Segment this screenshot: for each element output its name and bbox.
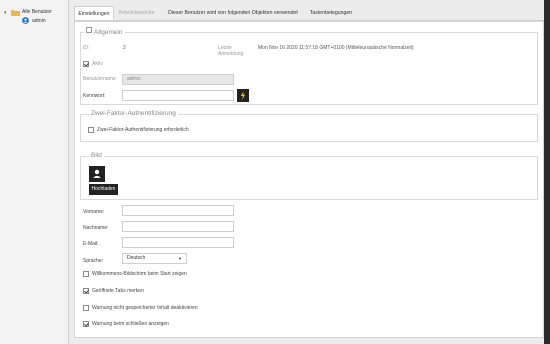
option-label-remember-tabs: Geöffnete Tabs merken — [92, 288, 144, 294]
option-checkbox-disable-unsaved-warning[interactable] — [83, 305, 89, 311]
lastname-label: Nachname: — [83, 225, 109, 231]
language-value: Deutsch — [127, 255, 146, 261]
avatar-placeholder[interactable] — [89, 166, 105, 182]
minus-icon[interactable] — [86, 27, 92, 33]
firstname-field[interactable] — [122, 205, 234, 216]
lightning-icon — [240, 91, 246, 100]
twofactor-legend: Zwei-Faktor-Authentifizierung — [89, 110, 178, 118]
password-field[interactable] — [122, 90, 234, 101]
generate-password-button[interactable] — [237, 89, 249, 102]
option-label-close-warning: Warnung beim schließen anzeigen — [92, 321, 169, 327]
language-label: Sprache: — [83, 258, 104, 264]
twofactor-required-label: Zwei-Faktor-Authentifizierung erforderli… — [97, 127, 189, 133]
folder-icon — [11, 10, 20, 16]
twofactor-required-checkbox[interactable] — [88, 127, 94, 133]
general-legend: Allgemein — [84, 27, 125, 37]
tab-einstellungen[interactable]: Einstellungen — [74, 6, 114, 20]
username-label: Benutzername: — [83, 76, 117, 82]
tab-arbeitsbereiche[interactable]: Arbeitsbereiche — [115, 6, 158, 20]
email-label: E-Mail: — [83, 241, 99, 247]
tab-bar: Einstellungen Arbeitsbereiche Dieser Ben… — [74, 6, 544, 21]
id-value: 2 — [123, 45, 126, 51]
window-edge — [544, 0, 550, 344]
language-select[interactable]: Deutsch ▼ — [122, 253, 187, 264]
option-checkbox-remember-tabs[interactable] — [83, 288, 89, 294]
user-icon — [22, 17, 29, 24]
tree-toggle-icon[interactable]: ▾ — [4, 10, 7, 16]
email-field[interactable] — [122, 237, 234, 248]
tree-item-admin[interactable]: admin — [32, 16, 46, 26]
option-label-disable-unsaved-warning: Warnung nicht gespeicherter Inhalt deakt… — [92, 305, 198, 311]
avatar-icon — [93, 169, 101, 178]
active-label: Aktiv — [92, 61, 103, 67]
upload-button[interactable]: Hochladen — [89, 184, 118, 195]
id-label: ID: — [83, 45, 90, 51]
picture-section: Bild — [80, 152, 538, 200]
tab-tastenbelegungen[interactable]: Tastenbelegungen — [307, 6, 355, 20]
chevron-down-icon: ▼ — [178, 256, 182, 261]
settings-panel: Allgemein ID: 2 Letzte Anmeldung: Mon No… — [74, 21, 544, 338]
option-checkbox-close-warning[interactable] — [83, 321, 89, 327]
picture-legend: Bild — [89, 152, 104, 160]
lastname-field[interactable] — [122, 221, 234, 232]
active-checkbox[interactable] — [83, 61, 89, 67]
firstname-label: Vorname: — [83, 209, 105, 215]
option-label-welcome: Willkommens-Bildschirm beim Start zeigen — [92, 271, 187, 277]
tab-referenced-by[interactable]: Dieser Benutzer wird von folgenden Objek… — [160, 6, 306, 20]
password-label: Kennwort: — [83, 93, 106, 99]
last-login-value: Mon Nov 16 2020 11:57:18 GMT+0100 (Mitte… — [258, 45, 414, 51]
username-field: admin — [122, 74, 234, 85]
sidebar: ▾ Alle Benutzer admin — [0, 0, 69, 344]
option-checkbox-welcome[interactable] — [83, 271, 89, 277]
last-login-label: Letzte Anmeldung: — [218, 45, 245, 57]
